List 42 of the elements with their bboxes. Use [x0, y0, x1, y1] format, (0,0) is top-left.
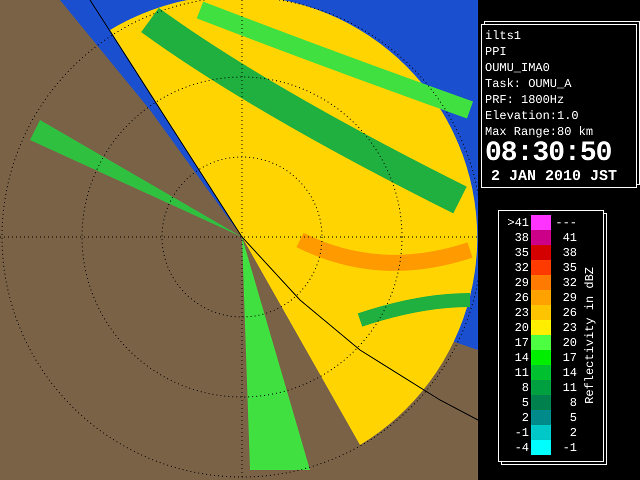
legend-value: 14 [562, 366, 577, 380]
legend-value: 35 [562, 260, 577, 274]
legend-value: 2 [568, 426, 577, 440]
legend-value: 23 [514, 306, 530, 320]
legend-value: 26 [562, 306, 577, 320]
legend-value: 17 [514, 336, 530, 350]
legend-value: -1 [514, 426, 530, 440]
legend-value: >41 [506, 216, 530, 230]
legend-value: 26 [514, 290, 530, 304]
legend-value: 8 [568, 396, 577, 410]
info-text: PPI [485, 44, 508, 60]
legend-value: 35 [514, 246, 530, 260]
legend-title: Reflectivity in dBZ [583, 266, 597, 404]
legend-value: 5 [568, 410, 577, 424]
legend-value: 32 [514, 260, 530, 274]
info-text: ilts1 [485, 28, 522, 44]
info-text: OUMU_IMA0 [485, 60, 551, 76]
info-text: Task: OUMU_A [485, 76, 572, 92]
info-text: Elevation:1.0 [485, 108, 580, 124]
legend-value: 11 [514, 366, 530, 380]
legend-value: 29 [562, 290, 577, 304]
time-text: 08:30:50 [485, 140, 612, 168]
legend-value: 20 [562, 336, 577, 350]
legend-value: 17 [562, 350, 577, 364]
legend-value: 2 [520, 410, 530, 424]
legend-value: 29 [514, 276, 530, 290]
info-text: Max Range:80 km [485, 124, 594, 140]
legend-value: -4 [514, 440, 530, 454]
legend-value: 32 [562, 276, 577, 290]
legend-value: 20 [514, 320, 530, 334]
date-text: 2 JAN 2010 JST [490, 168, 618, 185]
legend-value: 11 [562, 380, 577, 394]
legend-value: 23 [562, 320, 577, 334]
legend-value: 5 [520, 396, 530, 410]
info-text: PRF: 1800Hz [485, 92, 566, 108]
legend-value: --- [554, 216, 577, 230]
legend-value: -1 [562, 440, 577, 454]
legend-value: 8 [520, 380, 530, 394]
legend-value: 38 [562, 246, 577, 260]
legend-value: 38 [514, 230, 530, 244]
legend-value: 41 [562, 230, 577, 244]
legend-value: 14 [514, 350, 530, 364]
